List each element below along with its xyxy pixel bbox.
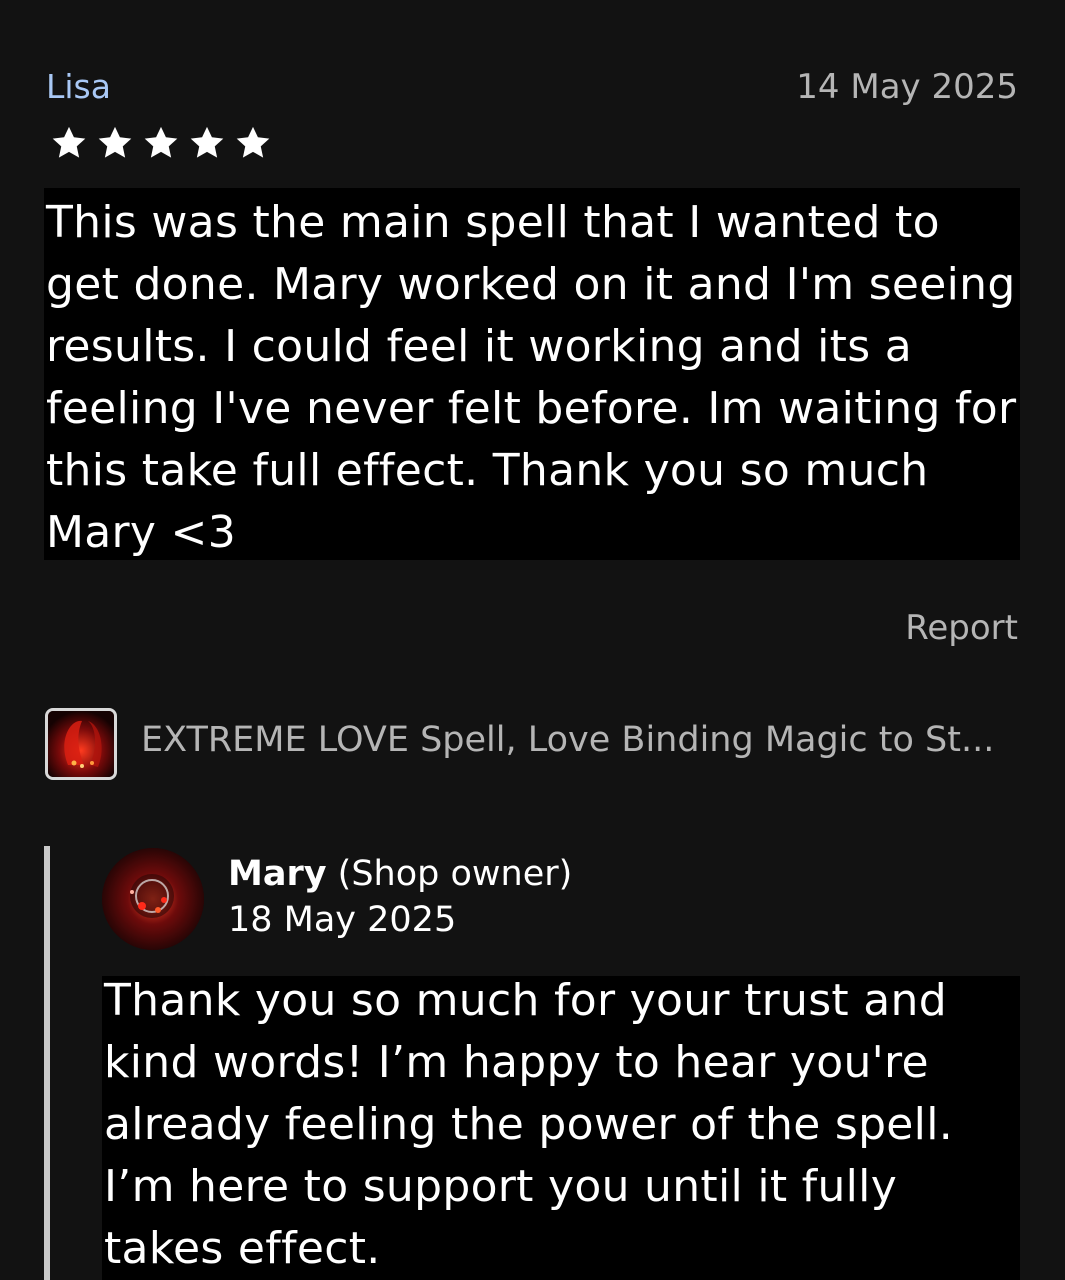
reply-text: Thank you so much for your trust and kin… [104, 975, 954, 1274]
star-icon [92, 118, 138, 168]
owner-name[interactable]: Mary [228, 854, 327, 894]
owner-role: (Shop owner) [337, 854, 573, 894]
review-page: Lisa 14 May 2025 This was the main spell… [0, 0, 1065, 1280]
review-date: 14 May 2025 [796, 67, 1018, 107]
star-icon [230, 118, 276, 168]
owner-avatar[interactable] [102, 848, 204, 950]
review-text: This was the main spell that I wanted to… [46, 197, 1017, 558]
reply-body: Thank you so much for your trust and kin… [102, 975, 1020, 1280]
owner-name-line: Mary (Shop owner) [228, 852, 572, 896]
reply-date: 18 May 2025 [228, 900, 457, 940]
listing-link[interactable]: EXTREME LOVE Spell, Love Binding Magic t… [45, 708, 1020, 780]
star-rating [46, 118, 276, 168]
report-link[interactable]: Report [905, 606, 1018, 650]
star-icon [46, 118, 92, 168]
reviewer-name[interactable]: Lisa [46, 68, 111, 106]
review-body: This was the main spell that I wanted to… [44, 188, 1020, 560]
listing-title[interactable]: EXTREME LOVE Spell, Love Binding Magic t… [141, 718, 1021, 762]
review-header: Lisa 14 May 2025 [46, 62, 1018, 112]
star-icon [138, 118, 184, 168]
star-icon [184, 118, 230, 168]
reply-divider [44, 846, 50, 1280]
listing-thumbnail[interactable] [45, 708, 117, 780]
